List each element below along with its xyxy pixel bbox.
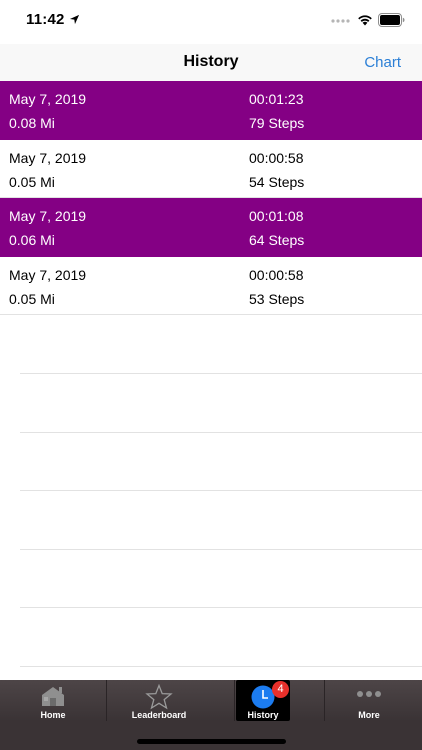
tab-divider	[234, 680, 235, 721]
tab-leaderboard[interactable]: Leaderboard	[108, 680, 210, 721]
row-steps: 64 Steps	[249, 232, 305, 248]
tab-divider	[106, 680, 107, 721]
history-row[interactable]: May 7, 2019 0.05 Mi 00:00:58 54 Steps	[0, 139, 422, 198]
row-distance: 0.05 Mi	[9, 290, 55, 307]
home-indicator[interactable]	[137, 739, 286, 744]
history-row[interactable]: May 7, 2019 0.05 Mi 00:00:58 53 Steps	[0, 256, 422, 315]
row-steps: 53 Steps	[249, 290, 305, 307]
battery-icon	[378, 13, 405, 27]
cellular-signal-icon	[331, 19, 350, 23]
status-time: 11:42	[26, 11, 65, 28]
tab-home[interactable]: Home	[2, 680, 104, 721]
history-list[interactable]: May 7, 2019 0.08 Mi 00:01:23 79 Steps Ma…	[0, 81, 422, 315]
history-row[interactable]: May 7, 2019 0.08 Mi 00:01:23 79 Steps	[0, 81, 422, 140]
separator-line	[20, 666, 422, 667]
navigation-bar: History Chart	[0, 44, 422, 81]
row-date: May 7, 2019	[9, 149, 87, 166]
row-date: May 7, 2019	[9, 266, 87, 283]
row-distance: 0.06 Mi	[9, 232, 55, 248]
tab-label: Leaderboard	[131, 710, 187, 720]
separator-line	[20, 490, 422, 491]
history-row[interactable]: May 7, 2019 0.06 Mi 00:01:08 64 Steps	[0, 198, 422, 257]
tab-label: Home	[40, 710, 66, 720]
tab-label: History	[247, 710, 279, 720]
star-icon	[145, 684, 173, 710]
row-duration: 00:01:23	[249, 91, 304, 107]
page-title: History	[183, 53, 239, 70]
row-date: May 7, 2019	[9, 208, 87, 224]
chart-button[interactable]: Chart	[364, 54, 401, 71]
row-date: May 7, 2019	[9, 91, 87, 107]
separator-line	[20, 549, 422, 550]
tab-label: More	[358, 710, 380, 720]
separator-line	[20, 607, 422, 608]
separator-line	[20, 373, 422, 374]
wifi-icon	[358, 15, 372, 26]
tab-divider	[324, 680, 325, 721]
tab-history[interactable]: 4 History	[236, 680, 290, 721]
row-distance: 0.05 Mi	[9, 173, 55, 190]
location-arrow-icon	[69, 14, 80, 25]
row-duration: 00:00:58	[249, 149, 304, 166]
history-badge: 4	[272, 681, 289, 698]
status-bar: 11:42	[0, 0, 422, 44]
tab-more[interactable]: More	[326, 680, 412, 721]
row-steps: 79 Steps	[249, 115, 305, 131]
row-duration: 00:01:08	[249, 208, 304, 224]
row-distance: 0.08 Mi	[9, 115, 55, 131]
ellipsis-icon	[357, 691, 381, 697]
separator-line	[20, 432, 422, 433]
house-icon	[42, 687, 64, 706]
row-duration: 00:00:58	[249, 266, 304, 283]
row-steps: 54 Steps	[249, 173, 305, 190]
